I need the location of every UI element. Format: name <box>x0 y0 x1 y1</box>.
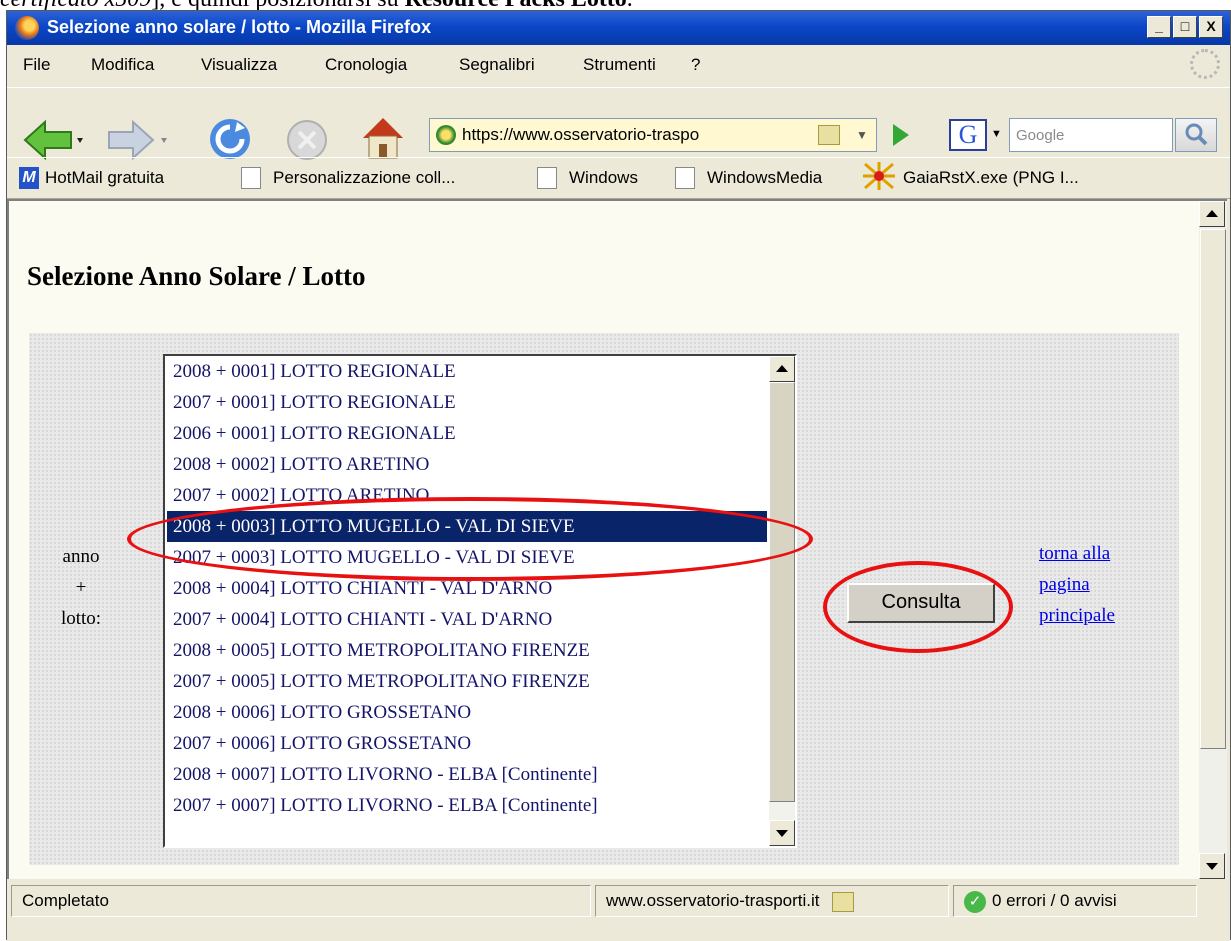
list-option[interactable]: 2007 + 0004] LOTTO CHIANTI - VAL D'ARNO <box>167 604 767 635</box>
window-title: Selezione anno solare / lotto - Mozilla … <box>47 17 432 37</box>
home-link-line[interactable]: pagina <box>1039 569 1169 600</box>
menu-file[interactable]: File <box>23 55 50 75</box>
maximize-button[interactable]: □ <box>1173 16 1197 38</box>
page-icon <box>241 167 261 189</box>
url-text[interactable]: https://www.osservatorio-traspo <box>462 125 800 145</box>
menu-modifica[interactable]: Modifica <box>91 55 154 75</box>
list-option[interactable]: 2008 + 0006] LOTTO GROSSETANO <box>167 697 767 728</box>
reload-icon[interactable] <box>207 116 253 162</box>
field-label: anno + lotto: <box>51 541 111 634</box>
check-ok-icon: ✓ <box>964 890 986 913</box>
bookmarks-toolbar: M HotMail gratuita Personalizzazione col… <box>7 157 1230 199</box>
status-errors-text: 0 errori / 0 avvisi <box>992 891 1117 910</box>
list-option[interactable]: 2007 + 0002] LOTTO ARETINO <box>167 480 767 511</box>
page-scrollbar[interactable] <box>1199 199 1227 879</box>
gaia-icon <box>863 162 895 190</box>
url-dropdown-icon[interactable]: ▼ <box>850 121 874 149</box>
ssl-lock-icon[interactable] <box>818 125 840 145</box>
page-title: Selezione Anno Solare / Lotto <box>27 261 366 291</box>
status-errors[interactable]: ✓ 0 errori / 0 avvisi <box>953 885 1197 917</box>
search-engine-dropdown-icon[interactable]: ▼ <box>991 128 1002 140</box>
selection-form: anno + lotto: 2008 + 0001] LOTTO REGIONA… <box>29 333 1179 865</box>
browser-window: Selezione anno solare / lotto - Mozilla … <box>6 10 1231 941</box>
back-icon[interactable] <box>21 118 83 162</box>
list-option[interactable]: 2007 + 0006] LOTTO GROSSETANO <box>167 728 767 759</box>
status-text: Completato <box>11 885 591 917</box>
consulta-button[interactable]: Consulta <box>847 583 995 623</box>
arrow-up-icon <box>1206 210 1218 217</box>
page-scroll-down-button[interactable] <box>1199 853 1225 879</box>
list-option[interactable]: 2006 + 0001] LOTTO REGIONALE <box>167 418 767 449</box>
bookmark-windows[interactable]: Windows <box>569 168 638 188</box>
menu-visualizza[interactable]: Visualizza <box>201 55 277 75</box>
list-option[interactable]: 2007 + 0005] LOTTO METROPOLITANO FIRENZE <box>167 666 767 697</box>
stop-icon[interactable] <box>285 118 329 162</box>
home-link-line[interactable]: principale <box>1039 600 1169 631</box>
list-option[interactable]: 2007 + 0003] LOTTO MUGELLO - VAL DI SIEV… <box>167 542 767 573</box>
listbox-scroll-thumb[interactable] <box>769 382 795 802</box>
menu-bar: File Modifica Visualizza Cronologia Segn… <box>7 45 1230 83</box>
address-bar[interactable]: https://www.osservatorio-traspo ▼ <box>429 118 877 152</box>
listbox-scrollbar[interactable] <box>769 356 795 846</box>
menu-segnalibri[interactable]: Segnalibri <box>459 55 535 75</box>
go-icon[interactable] <box>893 124 909 146</box>
field-label-line: anno <box>62 546 100 567</box>
home-page-link[interactable]: torna alla pagina principale <box>1039 538 1169 631</box>
home-link-line[interactable]: torna alla <box>1039 538 1169 569</box>
throbber-icon <box>1190 49 1220 79</box>
page-icon <box>675 167 695 189</box>
forward-icon[interactable] <box>107 118 169 162</box>
home-icon[interactable] <box>359 114 407 160</box>
page-scroll-thumb[interactable] <box>1200 229 1226 749</box>
menu-cronologia[interactable]: Cronologia <box>325 55 407 75</box>
bookmark-personalizzazione[interactable]: Personalizzazione coll... <box>273 168 455 188</box>
magnifier-icon <box>1185 123 1208 146</box>
search-button[interactable] <box>1175 118 1217 152</box>
list-option[interactable]: 2008 + 0004] LOTTO CHIANTI - VAL D'ARNO <box>167 573 767 604</box>
anno-lotto-listbox[interactable]: 2008 + 0001] LOTTO REGIONALE 2007 + 0001… <box>163 354 797 848</box>
bookmark-hotmail[interactable]: HotMail gratuita <box>45 168 164 188</box>
page-content: Selezione Anno Solare / Lotto anno + lot… <box>7 199 1199 879</box>
arrow-down-icon <box>776 830 788 837</box>
list-option[interactable]: 2008 + 0003] LOTTO MUGELLO - VAL DI SIEV… <box>167 511 767 542</box>
list-option[interactable]: 2007 + 0001] LOTTO REGIONALE <box>167 387 767 418</box>
title-bar[interactable]: Selezione anno solare / lotto - Mozilla … <box>7 11 1230 45</box>
bookmark-gaiarstx[interactable]: GaiaRstX.exe (PNG I... <box>903 168 1079 188</box>
arrow-up-icon <box>776 365 788 372</box>
status-domain[interactable]: www.osservatorio-trasporti.it <box>595 885 949 917</box>
firefox-logo-icon <box>15 16 39 40</box>
field-label-line: lotto: <box>60 608 102 629</box>
list-option[interactable]: 2007 + 0007] LOTTO LIVORNO - ELBA [Conti… <box>167 790 767 821</box>
msn-icon: M <box>19 167 39 189</box>
list-option[interactable]: 2008 + 0007] LOTTO LIVORNO - ELBA [Conti… <box>167 759 767 790</box>
status-bar: Completato www.osservatorio-trasporti.it… <box>7 879 1230 941</box>
menu-help[interactable]: ? <box>691 55 700 75</box>
ssl-status-icon[interactable] <box>832 891 855 912</box>
menu-strumenti[interactable]: Strumenti <box>583 55 656 75</box>
list-option[interactable]: 2008 + 0005] LOTTO METROPOLITANO FIRENZE <box>167 635 767 666</box>
search-engine-icon[interactable]: G <box>949 119 987 151</box>
options-list: 2008 + 0001] LOTTO REGIONALE 2007 + 0001… <box>167 356 767 821</box>
scroll-down-button[interactable] <box>769 820 795 846</box>
navigation-toolbar: https://www.osservatorio-traspo ▼ G ▼ Go… <box>7 87 1230 161</box>
arrow-down-icon <box>1206 863 1218 870</box>
page-icon <box>537 167 557 189</box>
list-option[interactable]: 2008 + 0002] LOTTO ARETINO <box>167 449 767 480</box>
page-scroll-up-button[interactable] <box>1199 201 1225 227</box>
site-icon <box>436 125 456 145</box>
close-button[interactable]: X <box>1199 16 1223 38</box>
scroll-up-button[interactable] <box>769 356 795 382</box>
status-domain-text: www.osservatorio-trasporti.it <box>606 891 820 910</box>
minimize-button[interactable]: _ <box>1147 16 1171 38</box>
bookmark-windowsmedia[interactable]: WindowsMedia <box>707 168 822 188</box>
search-input[interactable]: Google <box>1009 118 1173 152</box>
list-option[interactable]: 2008 + 0001] LOTTO REGIONALE <box>167 356 767 387</box>
field-label-line: + <box>75 577 87 598</box>
